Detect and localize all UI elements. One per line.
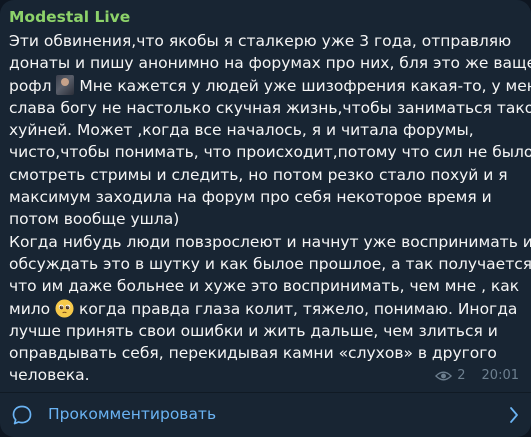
post-line: потом вообще ушла) <box>9 210 180 229</box>
post-line: лучше принять свои ошибки и жить дальше,… <box>9 321 498 340</box>
pleading-face-emoji-icon <box>55 299 74 318</box>
post-line: оправдывать себя, перекидывая камни «слу… <box>9 344 497 363</box>
post-line: хуйней. Может ,когда все началось, я и ч… <box>9 121 474 140</box>
post-line: что им даже больнее и хуже это восприним… <box>9 277 520 296</box>
post-line: смотреть стримы и следить, но потом резк… <box>9 165 508 184</box>
post-time: 20:01 <box>481 368 519 383</box>
post-line: донаты и пишу анонимно на форумах про ни… <box>9 54 531 73</box>
post-meta: 2 20:01 <box>435 368 519 383</box>
comment-button[interactable]: Прокомментировать <box>0 393 531 437</box>
channel-post-bubble: Modestal Live Эти обвинения,что якобы я … <box>0 0 531 437</box>
inline-photo-thumbnail[interactable] <box>56 74 75 95</box>
comment-label: Прокомментировать <box>48 405 217 423</box>
post-text: Эти обвинения,что якобы я сталкерю уже 3… <box>9 30 531 387</box>
post-line: Эти обвинения,что якобы я сталкерю уже 3… <box>9 32 512 50</box>
views-count: 2 <box>457 368 466 383</box>
post-line: максимум заходила на форум про себя неко… <box>9 188 492 207</box>
post-line: обсуждать это в шутку и как былое прошло… <box>9 254 531 273</box>
chevron-right-icon <box>510 407 518 423</box>
post-line: слава богу не настолько скучная жизнь,чт… <box>9 98 531 117</box>
post-author[interactable]: Modestal Live <box>9 7 130 27</box>
post-line: рофл Мне кажется у людей уже шизофрения … <box>9 74 531 95</box>
post-line: чисто,чтобы понимать, что происходит,пот… <box>9 143 531 162</box>
comment-bubble-icon <box>12 405 32 425</box>
eye-icon <box>435 371 453 380</box>
post-line: мило когда правда глаза колит, тяжело, п… <box>9 299 518 318</box>
post-line: Когда нибудь люди повзрослеют и начнут у… <box>9 232 531 251</box>
